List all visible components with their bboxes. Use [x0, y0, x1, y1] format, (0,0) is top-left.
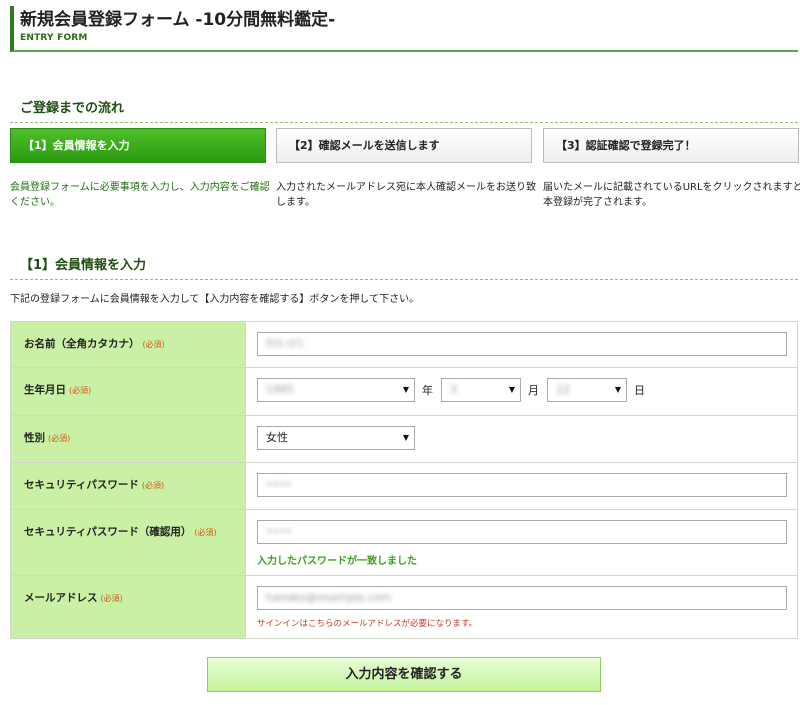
birth-year-select[interactable]: 1985 ▼ — [257, 378, 415, 402]
email-label: メールアドレス — [24, 592, 98, 604]
year-unit-label: 年 — [422, 384, 433, 397]
name-field-cell: ﾀﾅｶ ﾊﾅｺ — [245, 321, 798, 368]
birth-year-value: 1985 — [266, 383, 294, 396]
registration-form-table: お名前（全角カタカナ） (必須) ﾀﾅｶ ﾊﾅｺ 生年月日 (必須) 1985 ▼ 年 3… — [10, 321, 798, 639]
flow-heading: ご登録までの流れ — [10, 97, 798, 123]
birth-day-select[interactable]: 12 ▼ — [547, 378, 627, 402]
birth-month-select[interactable]: 3 ▼ — [441, 378, 521, 402]
password-label: セキュリティパスワード — [24, 479, 139, 491]
password-confirm-value: •••• — [266, 525, 292, 538]
required-mark: (必須) — [142, 340, 165, 349]
dropdown-arrow-icon: ▼ — [508, 385, 515, 394]
required-mark: (必須) — [69, 386, 92, 395]
form-section-heading: 【1】会員情報を入力 — [10, 254, 798, 280]
birth-day-value: 12 — [556, 383, 570, 396]
step-3-description: 届いたメールに記載されているURLをクリックされますと本登録が完了されます。 — [543, 182, 800, 208]
required-mark: (必須) — [100, 594, 123, 603]
password-field-cell: •••• — [245, 462, 798, 510]
page-header: 新規会員登録フォーム -10分間無料鑑定- ENTRY FORM — [10, 6, 798, 52]
required-mark: (必須) — [141, 481, 165, 490]
password-match-message: 入力したパスワードが一致しました — [257, 556, 417, 567]
name-label: お名前（全角カタカナ） — [24, 338, 140, 350]
form-row-birthdate: 生年月日 (必須) 1985 ▼ 年 3 ▼ 月 12 ▼ 日 — [10, 367, 798, 416]
gender-field-cell: 女性 ▼ — [245, 415, 798, 463]
page-title: 新規会員登録フォーム -10分間無料鑑定- — [20, 10, 336, 30]
required-mark: (必須) — [194, 528, 217, 537]
confirm-input-button[interactable]: 入力内容を確認する — [207, 657, 601, 692]
step-2-description: 入力されたメールアドレス宛に本人確認メールをお送り致します。 — [276, 182, 536, 208]
password-confirm-field-cell: •••• 入力したパスワードが一致しました — [245, 509, 798, 576]
gender-label-cell: 性別 (必須) — [10, 415, 246, 463]
step-1-box: 【1】会員情報を入力 — [10, 128, 266, 163]
password-confirm-input[interactable]: •••• — [257, 520, 787, 544]
required-mark: (必須) — [48, 434, 71, 443]
email-input[interactable]: hanako@example.com — [257, 586, 787, 610]
step-1-description: 会員登録フォームに必要事項を入力し、入力内容をご確認ください。 — [10, 182, 270, 208]
birthdate-label: 生年月日 — [24, 384, 66, 396]
gender-select-value: 女性 — [266, 431, 288, 444]
password-input[interactable]: •••• — [257, 473, 787, 497]
password-label-cell: セキュリティパスワード (必須) — [10, 462, 246, 510]
email-note: サインインはこちらのメールアドレスが必要になります。 — [257, 619, 478, 629]
form-intro-text: 下記の登録フォームに会員情報を入力して【入力内容を確認する】ボタンを押して下さい… — [10, 294, 420, 305]
password-confirm-label-cell: セキュリティパスワード（確認用） (必須) — [10, 509, 246, 576]
form-row-password-confirm: セキュリティパスワード（確認用） (必須) •••• 入力したパスワードが一致しま… — [10, 509, 798, 576]
page-subtitle: ENTRY FORM — [20, 33, 88, 43]
form-row-email: メールアドレス (必須) hanako@example.com サインインはこちら… — [10, 575, 798, 639]
step-3-box: 【3】認証確認で登録完了！ — [543, 128, 799, 163]
email-field-cell: hanako@example.com サインインはこちらのメールアドレスが必要に… — [245, 575, 798, 639]
name-label-cell: お名前（全角カタカナ） (必須) — [10, 321, 246, 368]
dropdown-arrow-icon: ▼ — [402, 385, 409, 394]
day-unit-label: 日 — [634, 384, 645, 397]
gender-select[interactable]: 女性 ▼ — [257, 426, 415, 450]
email-input-value: hanako@example.com — [266, 591, 392, 604]
form-row-password: セキュリティパスワード (必須) •••• — [10, 462, 798, 510]
birth-month-value: 3 — [450, 383, 457, 396]
name-input-value: ﾀﾅｶ ﾊﾅｺ — [266, 337, 303, 350]
birthdate-field-cell: 1985 ▼ 年 3 ▼ 月 12 ▼ 日 — [245, 367, 798, 416]
form-row-name: お名前（全角カタカナ） (必須) ﾀﾅｶ ﾊﾅｺ — [10, 321, 798, 368]
dropdown-arrow-icon: ▼ — [614, 385, 621, 394]
birthdate-label-cell: 生年月日 (必須) — [10, 367, 246, 416]
dropdown-arrow-icon: ▼ — [402, 433, 409, 442]
password-confirm-label: セキュリティパスワード（確認用） — [24, 526, 192, 538]
month-unit-label: 月 — [528, 384, 539, 397]
name-input[interactable]: ﾀﾅｶ ﾊﾅｺ — [257, 332, 787, 356]
form-row-gender: 性別 (必須) 女性 ▼ — [10, 415, 798, 463]
password-input-value: •••• — [266, 478, 292, 491]
step-2-box: 【2】確認メールを送信します — [276, 128, 532, 163]
email-label-cell: メールアドレス (必須) — [10, 575, 246, 639]
gender-label: 性別 — [24, 432, 45, 444]
